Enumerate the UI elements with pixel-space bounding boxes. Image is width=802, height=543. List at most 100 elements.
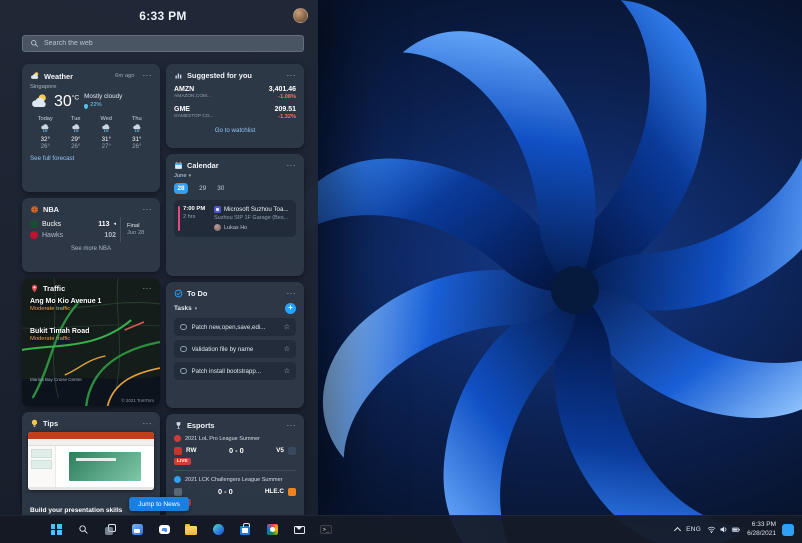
slide-canvas bbox=[56, 446, 154, 487]
tray-date: 6/28/2021 bbox=[747, 529, 776, 537]
more-options-icon[interactable]: ··· bbox=[143, 72, 153, 80]
chat-icon bbox=[158, 525, 170, 534]
quick-settings[interactable] bbox=[707, 525, 741, 534]
day-hi: 32° bbox=[40, 136, 50, 143]
task-view-button[interactable] bbox=[100, 520, 120, 540]
event-location: Suzhou SIP 1F Garage (Bes... bbox=[214, 215, 289, 221]
jump-to-news-button[interactable]: Jump to News bbox=[129, 497, 189, 511]
map-place-label: Marina Bay Cruise Centre bbox=[30, 377, 82, 382]
calendar-widget[interactable]: Calendar ··· June ▾ 28 29 30 7:00 PM 2 h… bbox=[166, 154, 304, 276]
store-button[interactable] bbox=[235, 520, 255, 540]
tips-title: Tips bbox=[43, 419, 59, 428]
edge-button[interactable] bbox=[208, 520, 228, 540]
precip-value: 22% bbox=[90, 102, 102, 109]
app-titlebar bbox=[28, 432, 154, 439]
day-strip: 28 29 30 bbox=[174, 183, 296, 194]
team-name: HLE.C bbox=[264, 488, 284, 495]
see-more-nba-link[interactable]: See more NBA bbox=[30, 246, 152, 252]
stock-row[interactable]: GME GAMESTOP CO... 209.51 -1.32% bbox=[174, 106, 296, 120]
calendar-event[interactable]: 7:00 PM 2 hrs Microsoft Suzhou Toa... Su… bbox=[174, 200, 296, 237]
task-row[interactable]: Patch new,open,save,edi... ☆ bbox=[174, 318, 296, 336]
go-to-watchlist-link[interactable]: Go to watchlist bbox=[174, 127, 296, 134]
month-selector[interactable]: June ▾ bbox=[174, 173, 296, 179]
day-selected[interactable]: 28 bbox=[174, 183, 189, 194]
day[interactable]: 30 bbox=[217, 185, 224, 192]
current-conditions-icon bbox=[30, 92, 49, 111]
nba-widget[interactable]: NBA ··· Bucks 113 ◂ Hawks 102 Final Jun … bbox=[22, 198, 160, 272]
forecast-day[interactable]: Today 32° 26° bbox=[30, 116, 61, 150]
add-task-button[interactable]: + bbox=[285, 303, 296, 314]
tray-chevron-up-icon[interactable] bbox=[674, 526, 682, 535]
star-icon[interactable]: ☆ bbox=[284, 367, 290, 375]
photos-button[interactable] bbox=[262, 520, 282, 540]
team-score: 113 bbox=[98, 220, 110, 228]
match-row[interactable]: 0 - 0 HLE.C bbox=[174, 487, 296, 496]
taskbar-search-button[interactable] bbox=[73, 520, 93, 540]
trophy-icon bbox=[174, 421, 183, 430]
hawks-logo bbox=[30, 231, 38, 239]
task-text: Patch install bootstrapp... bbox=[191, 367, 261, 375]
more-options-icon[interactable]: ··· bbox=[287, 421, 297, 429]
language-indicator[interactable]: ENG bbox=[686, 526, 701, 533]
chevron-down-icon: ▾ bbox=[188, 173, 192, 179]
day[interactable]: 29 bbox=[199, 185, 206, 192]
mail-button[interactable] bbox=[289, 520, 309, 540]
panel-clock: 6:33 PM bbox=[139, 9, 187, 23]
user-avatar[interactable] bbox=[293, 8, 308, 23]
live-badge: LIVE bbox=[174, 458, 191, 465]
stock-row[interactable]: AMZN AMAZON.COM... 3,401.46 -1.08% bbox=[174, 86, 296, 100]
attendee-avatar bbox=[214, 224, 221, 231]
day-name: Today bbox=[37, 116, 53, 122]
game-status: Final bbox=[127, 223, 140, 229]
rain-icon bbox=[101, 123, 111, 133]
match-row[interactable]: RW 0 - 0 V5 bbox=[174, 446, 296, 455]
more-options-icon[interactable]: ··· bbox=[143, 205, 153, 213]
more-options-icon[interactable]: ··· bbox=[143, 419, 153, 427]
forecast-day[interactable]: Wed 31° 27° bbox=[91, 116, 122, 150]
more-options-icon[interactable]: ··· bbox=[287, 161, 297, 169]
wifi-icon bbox=[707, 525, 716, 534]
team-logo bbox=[288, 487, 296, 496]
search-input[interactable] bbox=[44, 40, 296, 47]
complete-task-circle[interactable] bbox=[180, 367, 187, 375]
day-name: Tue bbox=[71, 116, 81, 122]
star-icon[interactable]: ☆ bbox=[284, 345, 290, 353]
complete-task-circle[interactable] bbox=[180, 345, 187, 353]
more-options-icon[interactable]: ··· bbox=[287, 289, 297, 297]
terminal-button[interactable]: >_ bbox=[316, 520, 336, 540]
day-hi: 31° bbox=[132, 136, 142, 143]
start-button[interactable] bbox=[46, 520, 66, 540]
file-explorer-button[interactable] bbox=[181, 520, 201, 540]
folder-icon bbox=[185, 524, 197, 535]
task-row[interactable]: Validation file by name ☆ bbox=[174, 340, 296, 358]
search-bar[interactable] bbox=[22, 35, 304, 52]
day-lo: 26° bbox=[71, 143, 81, 150]
temp-unit: °C bbox=[71, 94, 80, 102]
notifications-badge[interactable] bbox=[782, 523, 794, 536]
league-icon bbox=[174, 435, 181, 442]
forecast-day[interactable]: Thu 31° 26° bbox=[122, 116, 153, 150]
complete-task-circle[interactable] bbox=[180, 323, 187, 331]
traffic-widget[interactable]: Traffic ··· Ang Mo Kio Avenue 1 Moderate… bbox=[22, 278, 160, 406]
weather-widget[interactable]: Weather 6m ago ··· Singapore 30°C Mostly… bbox=[22, 64, 160, 192]
taskbar-clock[interactable]: 6:33 PM 6/28/2021 bbox=[747, 521, 776, 538]
weather-updated: 6m ago bbox=[115, 73, 135, 79]
chat-button[interactable] bbox=[154, 520, 174, 540]
see-full-forecast-link[interactable]: See full forecast bbox=[30, 155, 152, 162]
more-options-icon[interactable]: ··· bbox=[287, 71, 297, 79]
widgets-grid: Weather 6m ago ··· Singapore 30°C Mostly… bbox=[22, 64, 304, 515]
stocks-widget[interactable]: Suggested for you ··· AMZN AMAZON.COM...… bbox=[166, 64, 304, 148]
task-row[interactable]: Patch install bootstrapp... ☆ bbox=[174, 362, 296, 380]
todo-widget[interactable]: To Do ··· Tasks ▾ + Patch new,open,save,… bbox=[166, 282, 304, 408]
traffic-road: Ang Mo Kio Avenue 1 Moderate traffic bbox=[30, 298, 152, 312]
star-icon[interactable]: ☆ bbox=[284, 323, 290, 331]
windows-logo-icon bbox=[50, 524, 62, 535]
task-list-label[interactable]: Tasks bbox=[174, 305, 192, 312]
taskbar: >_ ENG 6:33 PM 6/28/2021 bbox=[0, 515, 802, 543]
forecast-day[interactable]: Tue 29° 26° bbox=[61, 116, 92, 150]
road-status: Moderate traffic bbox=[30, 336, 71, 342]
widgets-button[interactable] bbox=[127, 520, 147, 540]
stock-price: 3,401.46 bbox=[268, 86, 296, 93]
league-row: 2021 LCK Challengers League Summer bbox=[174, 476, 296, 483]
more-options-icon[interactable]: ··· bbox=[143, 284, 153, 292]
